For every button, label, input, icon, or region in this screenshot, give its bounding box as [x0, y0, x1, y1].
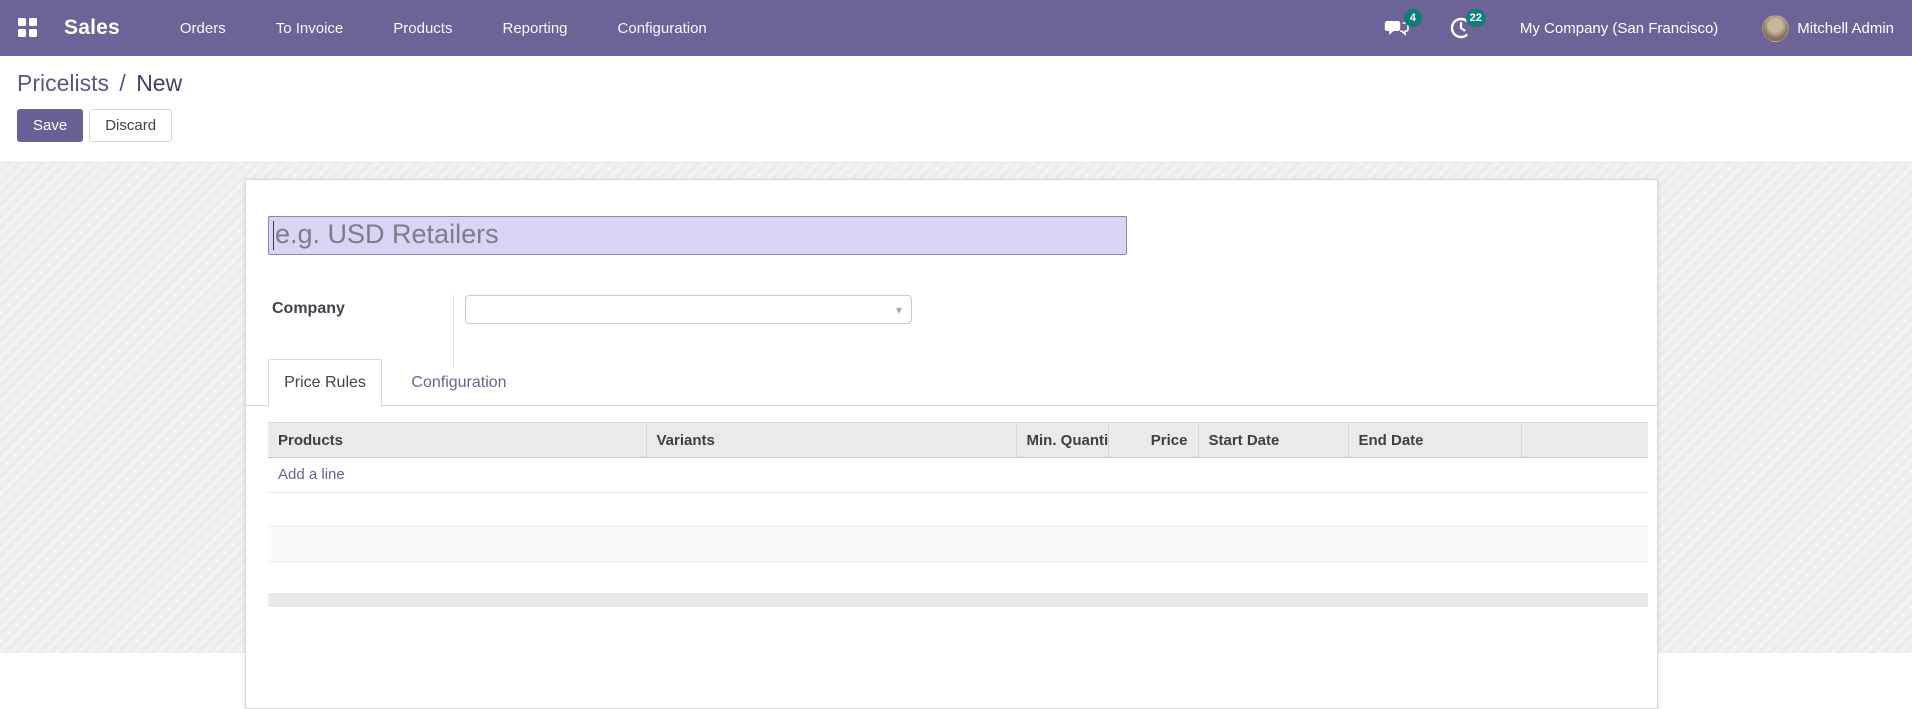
col-header-empty [1521, 422, 1648, 458]
horizontal-scrollbar[interactable] [268, 593, 1648, 607]
col-header-min-quantity: Min. Quanti... [1016, 422, 1109, 458]
breadcrumb-current: New [136, 70, 183, 96]
col-header-price: Price [1108, 422, 1199, 458]
main-menu: Orders To Invoice Products Reporting Con… [180, 20, 707, 37]
activities-badge: 22 [1465, 9, 1486, 27]
field-separator [453, 295, 454, 369]
price-rules-table: Products Variants Min. Quanti... Price S… [268, 422, 1648, 458]
table-row: Add a line [268, 457, 1648, 493]
apps-grid-icon[interactable] [18, 18, 38, 38]
col-header-end-date: End Date [1348, 422, 1522, 458]
col-header-variants: Variants [646, 422, 1017, 458]
control-panel: Pricelists / New Save Discard [0, 56, 1912, 162]
activities-button[interactable]: 22 [1446, 9, 1486, 43]
messages-button[interactable]: 4 [1382, 9, 1422, 43]
notebook-tabs: Price Rules Configuration [246, 359, 1659, 407]
save-button[interactable]: Save [17, 109, 84, 142]
chevron-down-icon: ▾ [895, 302, 902, 317]
tab-price-rules[interactable]: Price Rules [268, 359, 382, 407]
company-select[interactable]: ▾ [465, 295, 912, 324]
breadcrumb: Pricelists / New [17, 70, 1912, 97]
menu-item-configuration[interactable]: Configuration [618, 20, 707, 37]
discard-button[interactable]: Discard [89, 109, 173, 142]
col-header-products: Products [268, 422, 647, 458]
user-name: Mitchell Admin [1797, 19, 1894, 37]
menu-item-orders[interactable]: Orders [180, 20, 226, 37]
menu-item-to-invoice[interactable]: To Invoice [276, 20, 344, 37]
app-title: Sales [64, 16, 120, 39]
breadcrumb-pricelists[interactable]: Pricelists [17, 70, 109, 96]
top-navbar: Sales Orders To Invoice Products Reporti… [0, 0, 1912, 56]
text-cursor [273, 221, 274, 250]
menu-item-products[interactable]: Products [393, 20, 452, 37]
empty-row-band [268, 526, 1648, 562]
col-header-start-date: Start Date [1198, 422, 1349, 458]
user-avatar [1762, 14, 1790, 42]
add-a-line-link[interactable]: Add a line [278, 466, 345, 483]
pricelist-form-card: Company ▾ Price Rules Configuration Prod… [245, 179, 1659, 709]
tab-configuration[interactable]: Configuration [399, 359, 519, 406]
user-menu[interactable]: Mitchell Admin [1762, 14, 1894, 42]
breadcrumb-separator: / [119, 70, 126, 96]
pricelist-name-input[interactable] [268, 216, 1127, 255]
company-label: Company [272, 300, 345, 317]
company-switcher[interactable]: My Company (San Francisco) [1520, 20, 1718, 37]
messages-badge: 4 [1403, 9, 1422, 27]
menu-item-reporting[interactable]: Reporting [502, 20, 567, 37]
